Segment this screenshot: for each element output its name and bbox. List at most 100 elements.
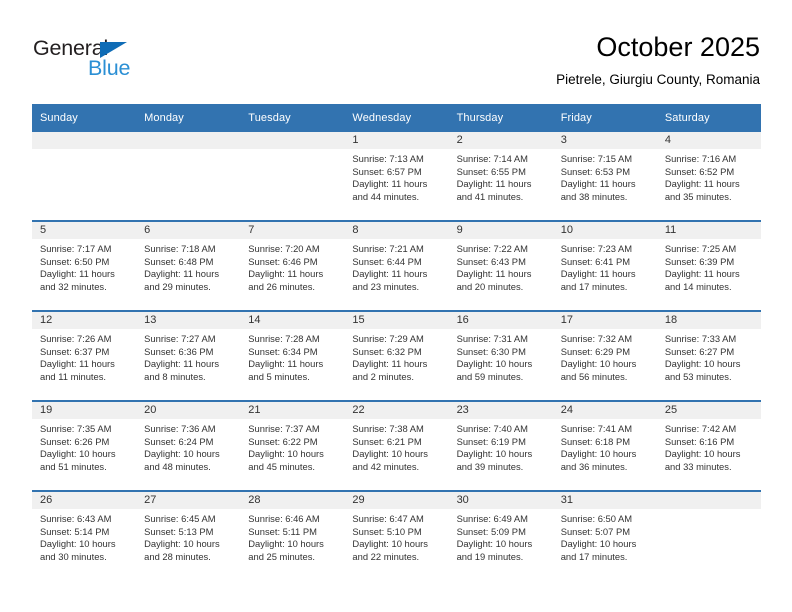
day-cell[interactable]: 29 Sunrise: 6:47 AM Sunset: 5:10 PM Dayligh…: [344, 490, 449, 580]
daylight-text-line2: and 56 minutes.: [560, 370, 628, 382]
day-cell[interactable]: 6 Sunrise: 7:18 AM Sunset: 6:48 PM Daylight…: [136, 220, 241, 311]
day-cell[interactable]: 11 Sunrise: 7:25 AM Sunset: 6:39 PM Dayligh…: [656, 220, 761, 311]
sunrise-text: Sunrise: 6:43 AM: [40, 513, 112, 524]
day-number: 1: [344, 132, 449, 149]
day-cell[interactable]: 28 Sunrise: 6:46 AM Sunset: 5:11 PM Dayligh…: [240, 490, 345, 580]
sunrise-text: Sunrise: 7:14 AM: [456, 153, 528, 164]
sunrise-text: Sunrise: 7:27 AM: [144, 333, 216, 344]
day-cell[interactable]: 10 Sunrise: 7:23 AM Sunset: 6:41 PM Dayligh…: [552, 220, 657, 311]
sunrise-text: Sunrise: 7:32 AM: [560, 333, 633, 344]
day-number: [240, 132, 345, 149]
day-number: 25: [656, 402, 761, 419]
daylight-text-line1: Daylight: 11 hours: [560, 178, 636, 190]
sunrise-text: Sunrise: 7:28 AM: [248, 333, 320, 344]
sunrise-text: Sunrise: 7:41 AM: [560, 423, 633, 434]
daylight-text-line1: Daylight: 11 hours: [144, 358, 220, 370]
day-cell[interactable]: [32, 132, 137, 221]
day-number: 17: [552, 312, 657, 329]
day-cell[interactable]: [240, 132, 345, 221]
daylight-text-line2: and 14 minutes.: [664, 280, 732, 292]
day-cell[interactable]: 31 Sunrise: 6:50 AM Sunset: 5:07 PM Dayligh…: [552, 490, 657, 580]
day-cell[interactable]: 8 Sunrise: 7:21 AM Sunset: 6:44 PM Daylight…: [344, 220, 449, 311]
daylight-text-line2: and 17 minutes.: [560, 280, 628, 292]
day-number: 13: [136, 312, 241, 329]
week-row: 26 Sunrise: 6:43 AM Sunset: 5:14 PM Dayligh…: [32, 490, 761, 580]
day-cell[interactable]: 4 Sunrise: 7:16 AM Sunset: 6:52 PM Daylight…: [656, 132, 761, 221]
sunset-text: Sunset: 5:14 PM: [40, 525, 110, 537]
day-cell[interactable]: 19 Sunrise: 7:35 AM Sunset: 6:26 PM Dayligh…: [32, 400, 137, 491]
sunset-text: Sunset: 6:48 PM: [144, 255, 214, 267]
daylight-text-line2: and 51 minutes.: [40, 460, 107, 472]
weekday-header-tuesday: Tuesday: [240, 104, 345, 132]
day-cell[interactable]: 13 Sunrise: 7:27 AM Sunset: 6:36 PM Dayligh…: [136, 310, 241, 401]
day-cell[interactable]: 21 Sunrise: 7:37 AM Sunset: 6:22 PM Dayligh…: [240, 400, 345, 491]
daylight-text-line1: Daylight: 10 hours: [664, 448, 741, 460]
sunset-text: Sunset: 6:29 PM: [560, 345, 631, 357]
day-cell[interactable]: 3 Sunrise: 7:15 AM Sunset: 6:53 PM Daylight…: [552, 132, 657, 221]
sunset-text: Sunset: 6:39 PM: [664, 255, 735, 267]
daylight-text-line2: and 8 minutes.: [144, 370, 206, 382]
day-cell[interactable]: 14 Sunrise: 7:28 AM Sunset: 6:34 PM Dayligh…: [240, 310, 345, 401]
sunset-text: Sunset: 6:50 PM: [40, 255, 110, 267]
day-number: 15: [344, 312, 449, 329]
day-number: 24: [552, 402, 657, 419]
week-row: 5 Sunrise: 7:17 AM Sunset: 6:50 PM Daylight…: [32, 220, 761, 311]
sunrise-text: Sunrise: 7:40 AM: [456, 423, 528, 434]
day-number: 14: [240, 312, 345, 329]
sunrise-text: Sunrise: 7:17 AM: [40, 243, 112, 254]
daylight-text-line1: Daylight: 10 hours: [248, 538, 324, 550]
day-cell[interactable]: 15 Sunrise: 7:29 AM Sunset: 6:32 PM Dayligh…: [344, 310, 449, 401]
sunrise-text: Sunrise: 6:49 AM: [456, 513, 528, 524]
day-number: [136, 132, 241, 149]
page-header: General Blue October 2025 Pietrele, Giur…: [0, 0, 792, 104]
daylight-text-line1: Daylight: 10 hours: [456, 538, 533, 550]
day-cell[interactable]: 5 Sunrise: 7:17 AM Sunset: 6:50 PM Daylight…: [32, 220, 137, 311]
day-number: 21: [240, 402, 345, 419]
day-cell[interactable]: 12 Sunrise: 7:26 AM Sunset: 6:37 PM Dayligh…: [32, 310, 137, 401]
week-row: 19 Sunrise: 7:35 AM Sunset: 6:26 PM Dayligh…: [32, 400, 761, 491]
daylight-text-line1: Daylight: 10 hours: [40, 538, 116, 550]
page-subtitle: Pietrele, Giurgiu County, Romania: [556, 72, 760, 87]
title-block: October 2025 Pietrele, Giurgiu County, R…: [556, 30, 760, 90]
day-cell[interactable]: 16 Sunrise: 7:31 AM Sunset: 6:30 PM Dayligh…: [448, 310, 553, 401]
sunrise-text: Sunrise: 7:23 AM: [560, 243, 633, 254]
weekday-header-sunday: Sunday: [32, 104, 137, 132]
day-cell[interactable]: [136, 132, 241, 221]
logo-text-blue: Blue: [88, 56, 131, 80]
daylight-text-line2: and 2 minutes.: [352, 370, 414, 382]
day-cell[interactable]: 7 Sunrise: 7:20 AM Sunset: 6:46 PM Daylight…: [240, 220, 345, 311]
daylight-text-line1: Daylight: 10 hours: [560, 358, 637, 370]
daylight-text-line2: and 36 minutes.: [560, 460, 628, 472]
day-cell[interactable]: 30 Sunrise: 6:49 AM Sunset: 5:09 PM Dayligh…: [448, 490, 553, 580]
day-number: [32, 132, 137, 149]
weekday-header-monday: Monday: [136, 104, 241, 132]
sunrise-text: Sunrise: 7:22 AM: [456, 243, 528, 254]
sunset-text: Sunset: 6:24 PM: [144, 435, 214, 447]
sunset-text: Sunset: 5:10 PM: [352, 525, 422, 537]
day-cell[interactable]: 18 Sunrise: 7:33 AM Sunset: 6:27 PM Dayligh…: [656, 310, 761, 401]
weekday-header-wednesday: Wednesday: [344, 104, 449, 132]
sunset-text: Sunset: 6:26 PM: [40, 435, 110, 447]
daylight-text-line2: and 25 minutes.: [248, 550, 315, 562]
daylight-text-line1: Daylight: 11 hours: [144, 268, 220, 280]
day-cell[interactable]: 17 Sunrise: 7:32 AM Sunset: 6:29 PM Dayligh…: [552, 310, 657, 401]
sunset-text: Sunset: 5:11 PM: [248, 525, 317, 537]
day-cell[interactable]: 27 Sunrise: 6:45 AM Sunset: 5:13 PM Dayligh…: [136, 490, 241, 580]
day-cell[interactable]: 22 Sunrise: 7:38 AM Sunset: 6:21 PM Dayligh…: [344, 400, 449, 491]
day-number: 10: [552, 222, 657, 239]
day-cell[interactable]: 9 Sunrise: 7:22 AM Sunset: 6:43 PM Daylight…: [448, 220, 553, 311]
day-cell[interactable]: 20 Sunrise: 7:36 AM Sunset: 6:24 PM Dayligh…: [136, 400, 241, 491]
day-cell[interactable]: 1 Sunrise: 7:13 AM Sunset: 6:57 PM Daylight…: [344, 132, 449, 221]
sunset-text: Sunset: 6:16 PM: [664, 435, 735, 447]
day-cell[interactable]: 2 Sunrise: 7:14 AM Sunset: 6:55 PM Daylight…: [448, 132, 553, 221]
day-cell[interactable]: 24 Sunrise: 7:41 AM Sunset: 6:18 PM Dayligh…: [552, 400, 657, 491]
day-cell[interactable]: [656, 490, 761, 580]
day-cell[interactable]: 26 Sunrise: 6:43 AM Sunset: 5:14 PM Dayligh…: [32, 490, 137, 580]
daylight-text-line1: Daylight: 11 hours: [456, 268, 532, 280]
day-cell[interactable]: 23 Sunrise: 7:40 AM Sunset: 6:19 PM Dayligh…: [448, 400, 553, 491]
daylight-text-line2: and 23 minutes.: [352, 280, 420, 292]
day-cell[interactable]: 25 Sunrise: 7:42 AM Sunset: 6:16 PM Dayligh…: [656, 400, 761, 491]
sunrise-text: Sunrise: 7:33 AM: [664, 333, 737, 344]
daylight-text-line1: Daylight: 11 hours: [352, 268, 428, 280]
sunset-text: Sunset: 6:43 PM: [456, 255, 526, 267]
